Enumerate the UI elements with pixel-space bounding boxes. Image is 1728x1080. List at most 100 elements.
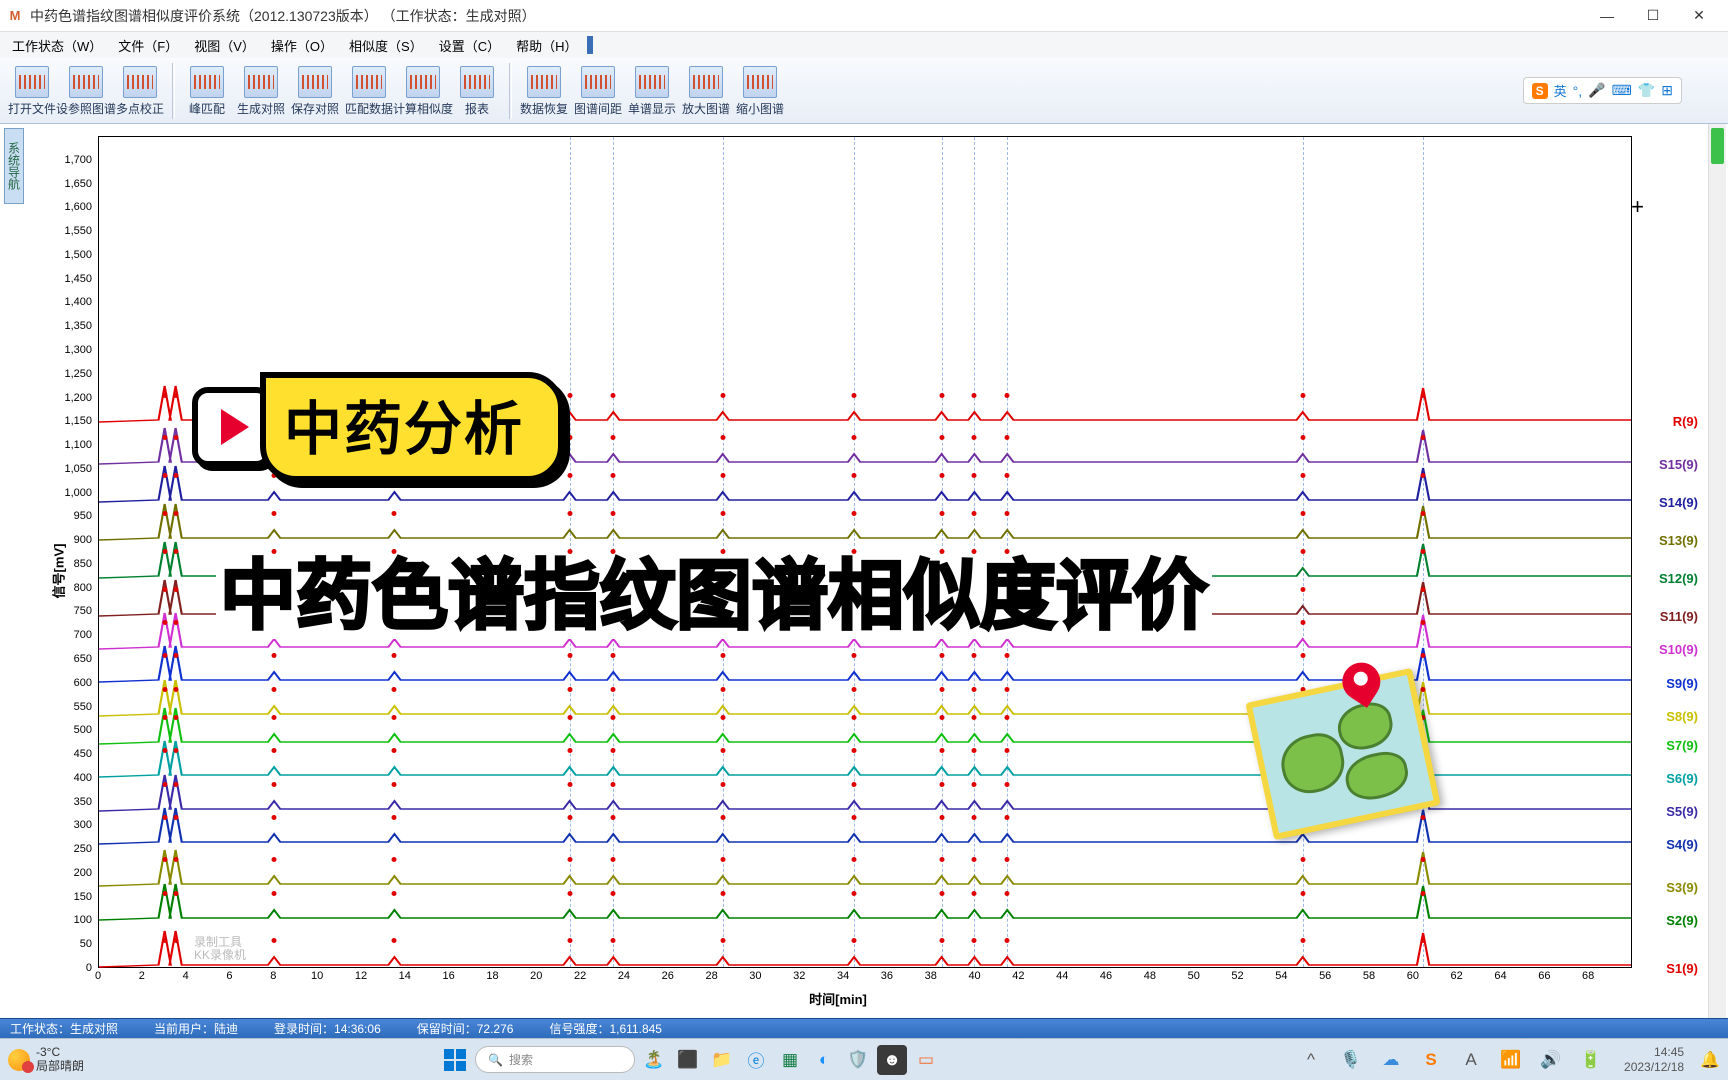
taskbar-app-excel[interactable]: ▦: [775, 1045, 805, 1075]
series-label: S2(9): [1666, 913, 1698, 928]
taskbar-temp: -3°C: [36, 1046, 84, 1059]
x-tick: 30: [749, 970, 761, 982]
vertical-scrollbar[interactable]: [1708, 124, 1726, 1018]
tray-lang-icon[interactable]: A: [1456, 1045, 1486, 1075]
toolbar-label: 计算相似度: [393, 100, 453, 117]
x-tick: 20: [530, 970, 542, 982]
toolbar-button[interactable]: 计算相似度: [397, 62, 449, 120]
toolbar-button[interactable]: 数据恢复: [518, 62, 570, 120]
toolbar-button[interactable]: 保存对照: [289, 62, 341, 120]
toolbar-button[interactable]: 设参照图谱: [60, 62, 112, 120]
x-tick: 66: [1538, 970, 1550, 982]
side-panel-tab[interactable]: 系统导航: [4, 128, 24, 204]
scrollbar-thumb[interactable]: [1711, 128, 1724, 164]
y-tick: 1,300: [64, 344, 92, 356]
toolbar-label: 设参照图谱: [56, 100, 116, 117]
toolbar-button[interactable]: 峰匹配: [181, 62, 233, 120]
x-tick: 42: [1012, 970, 1024, 982]
x-tick: 40: [968, 970, 980, 982]
x-tick: 48: [1144, 970, 1156, 982]
toolbar-label: 报表: [465, 100, 489, 117]
taskbar-app-1[interactable]: 🏝️: [639, 1045, 669, 1075]
tray-mic-icon[interactable]: 🎙️: [1336, 1045, 1366, 1075]
tray-wifi-icon[interactable]: 📶: [1496, 1045, 1526, 1075]
y-tick: 650: [74, 653, 92, 665]
y-tick: 1,150: [64, 415, 92, 427]
taskbar-app-edge[interactable]: ⓔ: [741, 1045, 771, 1075]
toolbar-button[interactable]: 缩小图谱: [734, 62, 786, 120]
toolbar-button[interactable]: 生成对照: [235, 62, 287, 120]
tray-ime-icon[interactable]: S: [1416, 1045, 1446, 1075]
x-tick: 24: [618, 970, 630, 982]
taskbar-app-taskview[interactable]: ⬛: [673, 1045, 703, 1075]
menu-item[interactable]: 工作状态（W）: [4, 33, 110, 58]
taskbar-app-steam[interactable]: ☻: [877, 1045, 907, 1075]
menu-item[interactable]: 相似度（S）: [341, 33, 431, 58]
taskbar-search[interactable]: 🔍 搜索: [475, 1046, 635, 1073]
series-label: R(9): [1673, 414, 1698, 429]
toolbar-icon: [527, 66, 561, 98]
tray-volume-icon[interactable]: 🔊: [1536, 1045, 1566, 1075]
toolbar-button[interactable]: 单谱显示: [626, 62, 678, 120]
close-button[interactable]: ✕: [1676, 1, 1722, 31]
menu-item[interactable]: 设置（C）: [431, 33, 508, 58]
taskbar-app-security[interactable]: 🛡️: [843, 1045, 873, 1075]
toolbar-button[interactable]: 多点校正: [114, 62, 166, 120]
series-label: S9(9): [1666, 676, 1698, 691]
x-tick: 22: [574, 970, 586, 982]
x-tick: 52: [1231, 970, 1243, 982]
y-tick: 550: [74, 701, 92, 713]
toolbar-button[interactable]: 图谱间距: [572, 62, 624, 120]
toolbar-button[interactable]: 报表: [451, 62, 503, 120]
maximize-button[interactable]: ☐: [1630, 1, 1676, 31]
x-tick: 60: [1407, 970, 1419, 982]
x-tick: 26: [662, 970, 674, 982]
y-tick: 750: [74, 605, 92, 617]
x-axis-ticks: 0246810121416182022242628303234363840424…: [98, 970, 1632, 990]
y-tick: 450: [74, 748, 92, 760]
toolbar-icon: [689, 66, 723, 98]
toolbar-button[interactable]: 匹配数据: [343, 62, 395, 120]
minimize-button[interactable]: ―: [1584, 1, 1630, 31]
y-tick: 200: [74, 867, 92, 879]
title-bar: M 中药色谱指纹图谱相似度评价系统（2012.130723版本） （工作状态：生…: [0, 0, 1728, 32]
toolbar-icon: [460, 66, 494, 98]
status-signal-intensity: 信号强度：1,611.845: [549, 1020, 662, 1037]
series-label: S3(9): [1666, 880, 1698, 895]
ime-widget[interactable]: S 英 °, 🎤 ⌨ 👕 ⊞: [1523, 77, 1682, 104]
y-tick: 50: [80, 938, 92, 950]
series-legend: S1(9)S2(9)S3(9)S4(9)S5(9)S6(9)S7(9)S8(9)…: [1636, 136, 1702, 968]
x-tick: 2: [139, 970, 145, 982]
x-tick: 38: [925, 970, 937, 982]
series-label: S4(9): [1666, 837, 1698, 852]
start-button[interactable]: [439, 1044, 471, 1076]
x-tick: 54: [1275, 970, 1287, 982]
taskbar-clock[interactable]: 14:45 2023/12/18: [1624, 1045, 1684, 1074]
toolbar-button[interactable]: 放大图谱: [680, 62, 732, 120]
y-tick: 150: [74, 891, 92, 903]
status-bar: 工作状态：生成对照 当前用户：陆迪 登录时间：14:36:06 保留时间：72.…: [0, 1018, 1728, 1038]
toolbar-icon: [298, 66, 332, 98]
taskbar-app-cortana[interactable]: ◐: [809, 1045, 839, 1075]
status-login-time: 登录时间：14:36:06: [274, 1020, 381, 1037]
menu-item[interactable]: 帮助（H）: [508, 33, 585, 58]
toolbar-label: 单谱显示: [628, 100, 676, 117]
y-tick: 1,600: [64, 201, 92, 213]
menu-item[interactable]: 文件（F）: [110, 33, 186, 58]
notifications-icon[interactable]: 🔔: [1700, 1050, 1720, 1070]
tray-chevron-icon[interactable]: ^: [1296, 1045, 1326, 1075]
tray-onedrive-icon[interactable]: ☁: [1376, 1045, 1406, 1075]
series-label: S1(9): [1666, 961, 1698, 976]
y-tick: 700: [74, 629, 92, 641]
toolbar-button[interactable]: 打开文件: [6, 62, 58, 120]
taskbar-app-explorer[interactable]: 📁: [707, 1045, 737, 1075]
menu-item[interactable]: 视图（V）: [186, 33, 263, 58]
tray-battery-icon[interactable]: 🔋: [1576, 1045, 1606, 1075]
menu-item[interactable]: 操作（O）: [263, 33, 341, 58]
toolbar-label: 数据恢复: [520, 100, 568, 117]
ime-keyboard-icon: ⌨: [1612, 82, 1632, 99]
taskbar-weather[interactable]: -3°C 局部晴朗: [8, 1046, 84, 1072]
taskbar-app-origin[interactable]: ▭: [911, 1045, 941, 1075]
x-tick: 62: [1451, 970, 1463, 982]
x-tick: 46: [1100, 970, 1112, 982]
